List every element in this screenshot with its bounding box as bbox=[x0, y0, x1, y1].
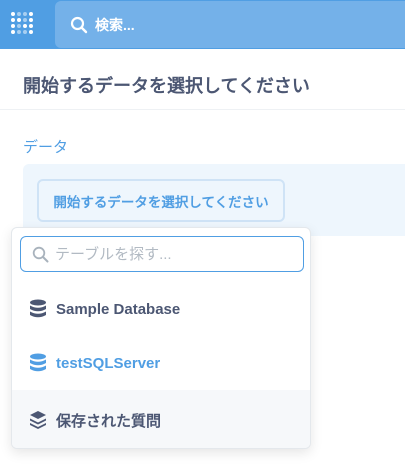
search-icon bbox=[32, 246, 49, 263]
metabase-logo-icon[interactable] bbox=[10, 11, 36, 37]
global-search-bar[interactable]: 検索... bbox=[55, 1, 405, 48]
database-icon bbox=[30, 353, 46, 372]
list-item-testsqlserver[interactable]: testSQLServer bbox=[12, 336, 310, 390]
global-search-placeholder: 検索... bbox=[95, 17, 135, 33]
list-item-sample-database[interactable]: Sample Database bbox=[12, 282, 310, 336]
list-item-label: 保存された質問 bbox=[56, 412, 162, 430]
data-picker-popover: Sample Database testSQLServer 保存された質問 bbox=[11, 227, 311, 449]
top-navigation-bar: 検索... bbox=[0, 0, 405, 49]
table-search-input[interactable] bbox=[55, 243, 295, 265]
page-title: 開始するデータを選択してください bbox=[23, 76, 310, 96]
data-section-label: データ bbox=[23, 139, 69, 156]
table-search-field[interactable] bbox=[20, 236, 304, 272]
list-item-saved-questions[interactable]: 保存された質問 bbox=[12, 390, 310, 448]
stack-icon bbox=[30, 411, 46, 429]
database-icon bbox=[30, 299, 46, 318]
list-item-label: Sample Database bbox=[56, 300, 181, 318]
search-icon bbox=[70, 16, 88, 34]
list-item-label: testSQLServer bbox=[56, 354, 161, 372]
select-data-button[interactable]: 開始するデータを選択してください bbox=[37, 179, 285, 222]
